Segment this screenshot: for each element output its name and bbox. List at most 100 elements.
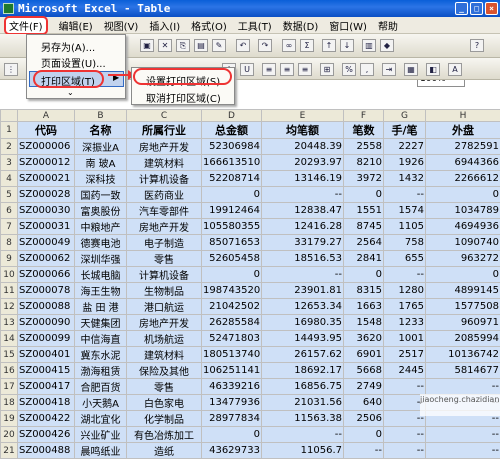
cell[interactable]: 电子制造 <box>127 235 202 251</box>
column-header[interactable]: C <box>127 110 202 122</box>
sort-ascending-icon[interactable]: ↑ <box>322 39 336 52</box>
menu-insert[interactable]: 插入(I) <box>149 18 180 33</box>
format-painter-icon[interactable]: ✎ <box>212 39 226 52</box>
cell[interactable]: SZ000099 <box>18 331 75 347</box>
cell[interactable]: 11056.7 <box>262 443 344 459</box>
header-cell[interactable]: 名称 <box>75 122 127 139</box>
cell[interactable]: 52208714 <box>202 171 262 187</box>
menu-view[interactable]: 视图(V) <box>104 18 139 33</box>
cell[interactable]: 16856.75 <box>262 379 344 395</box>
cell[interactable]: 1574 <box>384 203 426 219</box>
cell[interactable]: 12653.34 <box>262 299 344 315</box>
cell[interactable]: 21042502 <box>202 299 262 315</box>
cell[interactable]: 28977834 <box>202 411 262 427</box>
cell[interactable]: 生物制品 <box>127 283 202 299</box>
cell[interactable]: -- <box>262 267 344 283</box>
align-left-icon[interactable]: ≡ <box>262 63 276 76</box>
currency-icon[interactable]: % <box>342 63 356 76</box>
cell[interactable]: 2085994 <box>426 331 500 347</box>
chart-wizard-icon[interactable]: ▥ <box>362 39 376 52</box>
cell[interactable]: 2558 <box>344 139 384 155</box>
cell[interactable]: 33179.27 <box>262 235 344 251</box>
row-number[interactable]: 17 <box>1 379 18 395</box>
column-header[interactable]: E <box>262 110 344 122</box>
row-number[interactable]: 11 <box>1 283 18 299</box>
menu-window[interactable]: 窗口(W) <box>329 18 367 33</box>
cell[interactable]: SZ000417 <box>18 379 75 395</box>
cell[interactable]: 1233 <box>384 315 426 331</box>
row-number[interactable]: 18 <box>1 395 18 411</box>
cell[interactable]: 冀东水泥 <box>75 347 127 363</box>
cell[interactable]: 6944366 <box>426 155 500 171</box>
cell[interactable]: 5814677 <box>426 363 500 379</box>
cell[interactable]: 合肥百货 <box>75 379 127 395</box>
cell[interactable]: 11563.38 <box>262 411 344 427</box>
cell[interactable]: 106251141 <box>202 363 262 379</box>
sort-descending-icon[interactable]: ↓ <box>340 39 354 52</box>
cell[interactable]: 有色冶炼加工 <box>127 427 202 443</box>
autosum-icon[interactable]: Σ <box>300 39 314 52</box>
help-icon[interactable]: ? <box>470 39 484 52</box>
cell[interactable]: 18692.17 <box>262 363 344 379</box>
cell[interactable]: 中信海直 <box>75 331 127 347</box>
cell[interactable]: -- <box>262 427 344 443</box>
cell[interactable]: 180513740 <box>202 347 262 363</box>
cell[interactable]: 2227 <box>384 139 426 155</box>
cell[interactable]: 建筑材料 <box>127 155 202 171</box>
cell[interactable]: 湖北宜化 <box>75 411 127 427</box>
cell[interactable]: 1577508 <box>426 299 500 315</box>
cell[interactable]: 渤海租赁 <box>75 363 127 379</box>
cell[interactable]: 2506 <box>344 411 384 427</box>
column-header[interactable]: D <box>202 110 262 122</box>
cell[interactable]: 2749 <box>344 379 384 395</box>
header-cell[interactable]: 笔数 <box>344 122 384 139</box>
merge-center-icon[interactable]: ⊞ <box>320 63 334 76</box>
cell[interactable]: SZ000062 <box>18 251 75 267</box>
save-as-menu-item[interactable]: 另存为(A)... <box>41 39 95 54</box>
cell[interactable]: 南 玻A <box>75 155 127 171</box>
cell[interactable]: 52605458 <box>202 251 262 267</box>
cell[interactable]: -- <box>426 379 500 395</box>
cell[interactable]: -- <box>384 443 426 459</box>
cell[interactable]: SZ000415 <box>18 363 75 379</box>
cell[interactable]: -- <box>426 443 500 459</box>
row-number[interactable]: 2 <box>1 139 18 155</box>
cell[interactable]: 2445 <box>384 363 426 379</box>
cell[interactable]: 天健集团 <box>75 315 127 331</box>
select-all-corner[interactable] <box>1 110 18 122</box>
cell[interactable]: -- <box>384 427 426 443</box>
row-number[interactable]: 1 <box>1 122 18 139</box>
redo-icon[interactable]: ↷ <box>258 39 272 52</box>
cell[interactable]: 13146.19 <box>262 171 344 187</box>
cell[interactable]: 5668 <box>344 363 384 379</box>
cell[interactable]: SZ000078 <box>18 283 75 299</box>
paste-icon[interactable]: ▤ <box>194 39 208 52</box>
cell[interactable]: -- <box>384 379 426 395</box>
row-number[interactable]: 9 <box>1 251 18 267</box>
cell[interactable]: 0 <box>202 187 262 203</box>
row-number[interactable]: 21 <box>1 443 18 459</box>
row-number[interactable]: 12 <box>1 299 18 315</box>
header-cell[interactable]: 代码 <box>18 122 75 139</box>
menu-data[interactable]: 数据(D) <box>283 18 319 33</box>
cell[interactable]: 深振业A <box>75 139 127 155</box>
row-number[interactable]: 6 <box>1 203 18 219</box>
cell[interactable]: 深科技 <box>75 171 127 187</box>
cell[interactable]: 4899145 <box>426 283 500 299</box>
cell[interactable]: 海王生物 <box>75 283 127 299</box>
header-cell[interactable]: 外盘 <box>426 122 500 139</box>
cell[interactable]: SZ000030 <box>18 203 75 219</box>
cell[interactable]: SZ000049 <box>18 235 75 251</box>
cell[interactable]: 计算机设备 <box>127 267 202 283</box>
cell[interactable]: 零售 <box>127 379 202 395</box>
permission-icon[interactable]: ✕ <box>158 39 172 52</box>
cell[interactable]: 建筑材料 <box>127 347 202 363</box>
cell[interactable]: SZ000021 <box>18 171 75 187</box>
cell[interactable]: 0 <box>202 267 262 283</box>
cell[interactable]: 化学制品 <box>127 411 202 427</box>
header-cell[interactable]: 手/笔 <box>384 122 426 139</box>
menu-file[interactable]: 文件(F) <box>4 16 48 35</box>
row-number[interactable]: 10 <box>1 267 18 283</box>
menu-tools[interactable]: 工具(T) <box>238 18 272 33</box>
cell[interactable]: -- <box>344 443 384 459</box>
